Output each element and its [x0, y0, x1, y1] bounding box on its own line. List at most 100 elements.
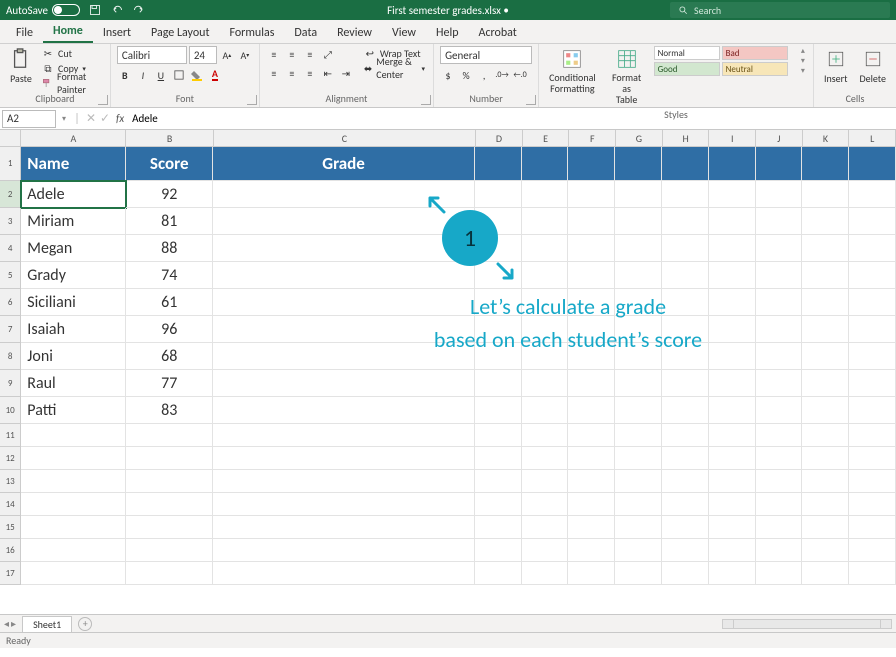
- row-header[interactable]: 10: [0, 397, 21, 424]
- column-header-G[interactable]: G: [616, 130, 663, 147]
- cell[interactable]: [522, 370, 569, 397]
- cell[interactable]: [756, 470, 803, 493]
- cell[interactable]: [568, 397, 615, 424]
- fill-color-button[interactable]: [189, 67, 205, 83]
- cell[interactable]: [802, 262, 849, 289]
- cell[interactable]: [662, 562, 709, 585]
- cell[interactable]: [849, 516, 896, 539]
- cell[interactable]: [662, 516, 709, 539]
- cell[interactable]: [709, 316, 756, 343]
- row-header[interactable]: 3: [0, 208, 21, 235]
- increase-font-icon[interactable]: A▴: [219, 47, 235, 63]
- column-header-F[interactable]: F: [569, 130, 616, 147]
- search-box[interactable]: Search: [670, 2, 890, 18]
- cell[interactable]: [615, 539, 662, 562]
- cell[interactable]: Patti: [21, 397, 126, 424]
- cell[interactable]: [802, 147, 849, 181]
- row-header[interactable]: 6: [0, 289, 21, 316]
- italic-button[interactable]: I: [135, 67, 151, 83]
- cell[interactable]: [709, 147, 756, 181]
- cell[interactable]: [756, 235, 803, 262]
- cell[interactable]: [849, 147, 896, 181]
- align-bottom-icon[interactable]: ≡: [302, 46, 318, 62]
- orientation-icon[interactable]: ⤢: [320, 46, 336, 62]
- cell[interactable]: [213, 424, 474, 447]
- cell[interactable]: [802, 447, 849, 470]
- cell[interactable]: [475, 370, 522, 397]
- cell[interactable]: [615, 447, 662, 470]
- underline-button[interactable]: U: [153, 67, 169, 83]
- row-header[interactable]: 11: [0, 424, 21, 447]
- paste-button[interactable]: Paste: [6, 46, 36, 87]
- cell[interactable]: [662, 397, 709, 424]
- cell[interactable]: [756, 493, 803, 516]
- column-header-K[interactable]: K: [803, 130, 850, 147]
- cell[interactable]: [756, 539, 803, 562]
- cell[interactable]: [522, 516, 569, 539]
- cell[interactable]: 81: [126, 208, 213, 235]
- cell[interactable]: [213, 493, 474, 516]
- cell[interactable]: [475, 424, 522, 447]
- format-as-table-button[interactable]: Format as Table: [604, 46, 650, 107]
- cell[interactable]: [126, 470, 213, 493]
- cell[interactable]: [756, 447, 803, 470]
- cell[interactable]: [662, 289, 709, 316]
- clipboard-dialog-launcher-icon[interactable]: [98, 95, 108, 105]
- increase-indent-icon[interactable]: ⇥: [338, 65, 354, 81]
- cell[interactable]: [802, 370, 849, 397]
- column-header-A[interactable]: A: [21, 130, 126, 147]
- name-box-dropdown-icon[interactable]: ▾: [58, 114, 70, 124]
- cell[interactable]: [568, 262, 615, 289]
- format-painter-button[interactable]: Format Painter: [40, 76, 104, 90]
- cell[interactable]: [213, 262, 474, 289]
- cell[interactable]: Adele: [21, 181, 126, 208]
- cell[interactable]: [709, 424, 756, 447]
- cell[interactable]: [615, 397, 662, 424]
- cell[interactable]: [126, 562, 213, 585]
- cell[interactable]: [568, 516, 615, 539]
- style-normal[interactable]: Normal: [654, 46, 720, 60]
- cell[interactable]: [662, 235, 709, 262]
- cell[interactable]: [475, 470, 522, 493]
- style-good[interactable]: Good: [654, 62, 720, 76]
- cell[interactable]: [615, 343, 662, 370]
- column-header-B[interactable]: B: [126, 130, 213, 147]
- cell[interactable]: [709, 208, 756, 235]
- row-header[interactable]: 17: [0, 562, 21, 585]
- row-header[interactable]: 13: [0, 470, 21, 493]
- cell[interactable]: [849, 424, 896, 447]
- align-center-icon[interactable]: ≡: [284, 65, 300, 81]
- cell[interactable]: [709, 516, 756, 539]
- cell[interactable]: [475, 262, 522, 289]
- enter-formula-icon[interactable]: ✓: [98, 111, 112, 126]
- cell[interactable]: Raul: [21, 370, 126, 397]
- cell[interactable]: [475, 493, 522, 516]
- cell[interactable]: [475, 343, 522, 370]
- cell[interactable]: [522, 424, 569, 447]
- column-header-J[interactable]: J: [756, 130, 803, 147]
- cell[interactable]: [568, 289, 615, 316]
- cell[interactable]: [662, 343, 709, 370]
- cell[interactable]: [756, 289, 803, 316]
- cell[interactable]: [475, 516, 522, 539]
- cell[interactable]: [615, 208, 662, 235]
- cell[interactable]: [662, 262, 709, 289]
- cell[interactable]: 68: [126, 343, 213, 370]
- cell[interactable]: [568, 316, 615, 343]
- align-top-icon[interactable]: ≡: [266, 46, 282, 62]
- cell[interactable]: [213, 181, 474, 208]
- save-icon[interactable]: [88, 3, 102, 17]
- row-header[interactable]: 4: [0, 235, 21, 262]
- cell[interactable]: 88: [126, 235, 213, 262]
- cell[interactable]: Score: [126, 147, 213, 181]
- cell[interactable]: [849, 447, 896, 470]
- cell[interactable]: [756, 262, 803, 289]
- cell[interactable]: 83: [126, 397, 213, 424]
- menu-tab-data[interactable]: Data: [284, 22, 327, 43]
- cell[interactable]: [213, 447, 474, 470]
- cell[interactable]: [126, 447, 213, 470]
- cell[interactable]: [568, 343, 615, 370]
- cell[interactable]: [662, 147, 709, 181]
- sheet-tab[interactable]: Sheet1: [22, 616, 72, 632]
- cell[interactable]: [522, 147, 569, 181]
